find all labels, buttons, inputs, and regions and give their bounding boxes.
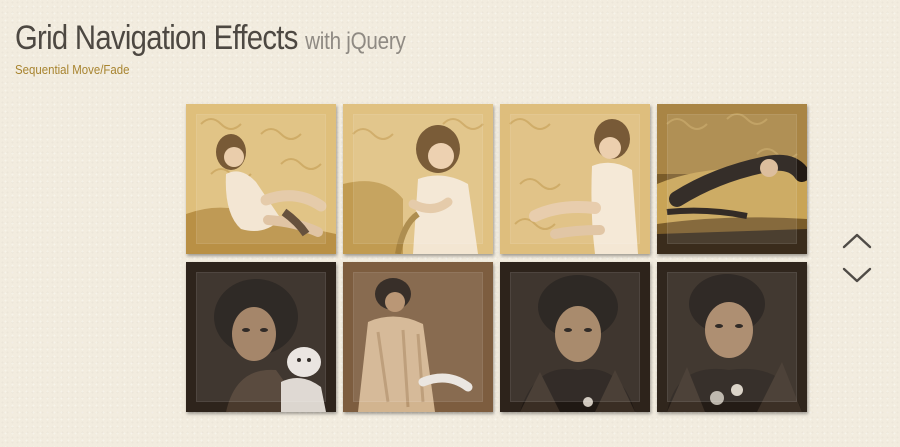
grid-image-5[interactable] xyxy=(186,262,336,412)
grid-image-8-photo xyxy=(657,262,807,412)
grid-image-2-photo xyxy=(343,104,493,254)
grid-image-6[interactable] xyxy=(343,262,493,412)
grid-image-8[interactable] xyxy=(657,262,807,412)
grid-image-7-photo xyxy=(500,262,650,412)
nav-up-button[interactable] xyxy=(842,232,872,250)
grid-image-1-photo xyxy=(186,104,336,254)
grid-image-4-photo xyxy=(657,104,807,254)
page-header: Grid Navigation Effects with jQuery xyxy=(15,18,469,62)
page-title-main: Grid Navigation Effects xyxy=(15,19,298,57)
grid-image-3-photo xyxy=(500,104,650,254)
page-title: Grid Navigation Effects with jQuery xyxy=(15,18,406,62)
chevron-down-icon xyxy=(842,267,872,283)
page-subtitle: Sequential Move/Fade xyxy=(15,62,130,77)
grid-image-4[interactable] xyxy=(657,104,807,254)
grid-image-2[interactable] xyxy=(343,104,493,254)
chevron-up-icon xyxy=(842,233,872,249)
grid-image-3[interactable] xyxy=(500,104,650,254)
grid-image-7[interactable] xyxy=(500,262,650,412)
nav-down-button[interactable] xyxy=(842,266,872,284)
page-title-suffix: with jQuery xyxy=(305,28,406,55)
grid-image-1[interactable] xyxy=(186,104,336,254)
image-grid xyxy=(186,104,808,412)
grid-image-5-photo xyxy=(186,262,336,412)
grid-image-6-photo xyxy=(343,262,493,412)
